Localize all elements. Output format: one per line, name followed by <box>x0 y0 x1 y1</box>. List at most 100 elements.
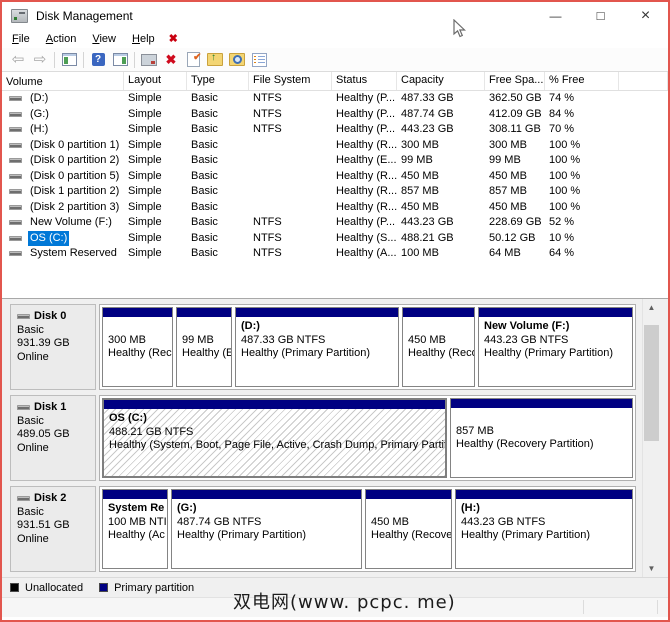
drive-icon <box>9 96 22 102</box>
disk2-header[interactable]: Disk 2 Basic 931.51 GB Online <box>10 486 96 572</box>
column-header-volume[interactable]: Volume <box>2 72 124 90</box>
folder-search-icon <box>229 53 245 66</box>
volume-list-pane: Volume Layout Type File System Status Ca… <box>2 72 668 299</box>
column-header-capacity[interactable]: Capacity <box>397 72 485 90</box>
column-header-type[interactable]: Type <box>187 72 249 90</box>
toolbar-separator <box>54 51 55 68</box>
show-action-pane-button[interactable] <box>109 50 131 69</box>
disk0-partition-d[interactable]: (D:) 487.33 GB NTFS Healthy (Primary Parti… <box>235 307 399 387</box>
disk0-partition-strip: 300 MB Healthy (Rec 99 MB Healthy (E (D:) 4… <box>99 304 636 390</box>
column-header-pct-free[interactable]: % Free <box>545 72 619 90</box>
red-x-icon: ✖ <box>168 33 178 45</box>
column-header-status[interactable]: Status <box>332 72 397 90</box>
menu-view[interactable]: View <box>84 31 124 47</box>
check-document-icon: ✔ <box>186 52 202 67</box>
partition-color-bar <box>236 308 398 317</box>
properties-button[interactable]: ✔ <box>182 50 204 69</box>
volume-row-disk0-p1[interactable]: (Disk 0 partition 1) Simple Basic Health… <box>2 138 668 154</box>
forward-icon[interactable]: ⇨ <box>34 52 47 67</box>
close-button[interactable]: × <box>623 2 668 29</box>
volume-row-d[interactable]: (D:) Simple Basic NTFS Healthy (P... 487… <box>2 91 668 107</box>
disk-icon <box>17 314 30 320</box>
volume-row-c-selected[interactable]: OS (C:) Simple Basic NTFS Healthy (S... … <box>2 230 668 246</box>
vertical-scrollbar[interactable]: ▲ ▼ <box>642 299 660 577</box>
disk1-header[interactable]: Disk 1 Basic 489.05 GB Online <box>10 395 96 481</box>
partition-color-bar <box>366 490 451 499</box>
disk0-partition-recovery[interactable]: 300 MB Healthy (Rec <box>102 307 173 387</box>
disk2-partition-strip: System Re 100 MB NTI Healthy (Ac (G:) 487.7… <box>99 486 636 572</box>
disk0-partition-efi[interactable]: 99 MB Healthy (E <box>176 307 232 387</box>
disk1-partition-strip: OS (C:) 488.21 GB NTFS Healthy (System, Bo… <box>99 395 636 481</box>
disk-graph-pane: Disk 0 Basic 931.39 GB Online 300 MB Heal… <box>2 299 668 577</box>
menu-file[interactable]: File <box>4 31 38 47</box>
disk1-row: Disk 1 Basic 489.05 GB Online OS (C:) 488… <box>10 395 668 481</box>
window-title: Disk Management <box>36 8 133 23</box>
volume-row-disk0-p2[interactable]: (Disk 0 partition 2) Simple Basic Health… <box>2 153 668 169</box>
disk2-partition-h[interactable]: (H:) 443.23 GB NTFS Healthy (Primary Parti… <box>455 489 633 569</box>
disk-management-app-icon <box>11 8 28 23</box>
menu-help[interactable]: Help <box>124 31 163 47</box>
open-button[interactable]: ↑ <box>204 50 226 69</box>
partition-color-bar <box>451 399 632 408</box>
action-pane-icon <box>112 53 128 66</box>
rescan-disks-button[interactable] <box>138 50 160 69</box>
column-header-free-space[interactable]: Free Spa... <box>485 72 545 90</box>
volume-row-disk0-p5[interactable]: (Disk 0 partition 5) Simple Basic Health… <box>2 169 668 185</box>
minimize-button[interactable]: — <box>533 2 578 29</box>
view-options-button[interactable] <box>248 50 270 69</box>
volume-row-disk1-p2[interactable]: (Disk 1 partition 2) Simple Basic Health… <box>2 184 668 200</box>
primary-partition-swatch <box>99 583 109 592</box>
disk0-partition-recovery2[interactable]: 450 MB Healthy (Reco <box>402 307 475 387</box>
disk2-partition-system-reserved[interactable]: System Re 100 MB NTI Healthy (Ac <box>102 489 168 569</box>
scrollbar-thumb[interactable] <box>644 325 659 441</box>
column-header-file-system[interactable]: File System <box>249 72 332 90</box>
disk1-partition-recovery[interactable]: 857 MB Healthy (Recovery Partition) <box>450 398 633 478</box>
menu-action[interactable]: Action <box>38 31 85 47</box>
drive-icon <box>9 204 22 210</box>
console-tree-icon <box>61 53 77 66</box>
volume-row-disk2-p3[interactable]: (Disk 2 partition 3) Simple Basic Health… <box>2 200 668 216</box>
disk1-partition-c-selected[interactable]: OS (C:) 488.21 GB NTFS Healthy (System, Bo… <box>102 398 447 478</box>
volume-row-g[interactable]: (G:) Simple Basic NTFS Healthy (P... 487… <box>2 107 668 123</box>
volume-row-f[interactable]: New Volume (F:) Simple Basic NTFS Health… <box>2 215 668 231</box>
disk0-row: Disk 0 Basic 931.39 GB Online 300 MB Heal… <box>10 304 668 390</box>
partition-color-bar <box>103 490 167 499</box>
disk0-header[interactable]: Disk 0 Basic 931.39 GB Online <box>10 304 96 390</box>
disk0-partition-f[interactable]: New Volume (F:) 443.23 GB NTFS Healthy (Pr… <box>478 307 633 387</box>
partition-color-bar <box>456 490 632 499</box>
partition-color-bar <box>104 400 445 409</box>
disk2-partition-recovery[interactable]: 450 MB Healthy (Recove <box>365 489 452 569</box>
primary-partition-label: Primary partition <box>114 581 195 594</box>
drive-icon <box>9 251 22 257</box>
menu-bar: File Action View Help ✖ <box>2 29 668 48</box>
statusbar-separator <box>657 600 658 614</box>
disk-icon <box>17 405 30 411</box>
folder-up-icon: ↑ <box>207 52 223 66</box>
disk-icon <box>17 496 30 502</box>
back-icon[interactable]: ⇦ <box>12 52 25 67</box>
watermark-text: 双电网(www. pcpc. me) <box>233 592 456 613</box>
partition-color-bar <box>172 490 361 499</box>
show-console-tree-button[interactable] <box>58 50 80 69</box>
drive-icon <box>9 235 22 241</box>
column-header-layout[interactable]: Layout <box>124 72 187 90</box>
volume-row-h[interactable]: (H:) Simple Basic NTFS Healthy (P... 443… <box>2 122 668 138</box>
maximize-button[interactable]: □ <box>578 2 623 29</box>
scroll-down-icon[interactable]: ▼ <box>643 560 660 577</box>
help-button[interactable]: ? <box>87 50 109 69</box>
disk2-partition-g[interactable]: (G:) 487.74 GB NTFS Healthy (Primary Parti… <box>171 489 362 569</box>
toolbar-separator <box>83 51 84 68</box>
drive-icon <box>9 220 22 226</box>
drive-icon <box>9 173 22 179</box>
explore-button[interactable] <box>226 50 248 69</box>
mouse-cursor <box>453 19 466 38</box>
volume-row-system-reserved[interactable]: System Reserved Simple Basic NTFS Health… <box>2 246 668 262</box>
unallocated-label: Unallocated <box>25 581 84 594</box>
delete-icon: ✖ <box>165 52 177 67</box>
help-icon: ? <box>91 53 105 66</box>
partition-color-bar <box>177 308 231 317</box>
column-header-filler <box>619 72 668 90</box>
delete-button[interactable]: ✖ <box>160 50 182 69</box>
drive-icon <box>9 158 22 164</box>
scroll-up-icon[interactable]: ▲ <box>643 299 660 316</box>
